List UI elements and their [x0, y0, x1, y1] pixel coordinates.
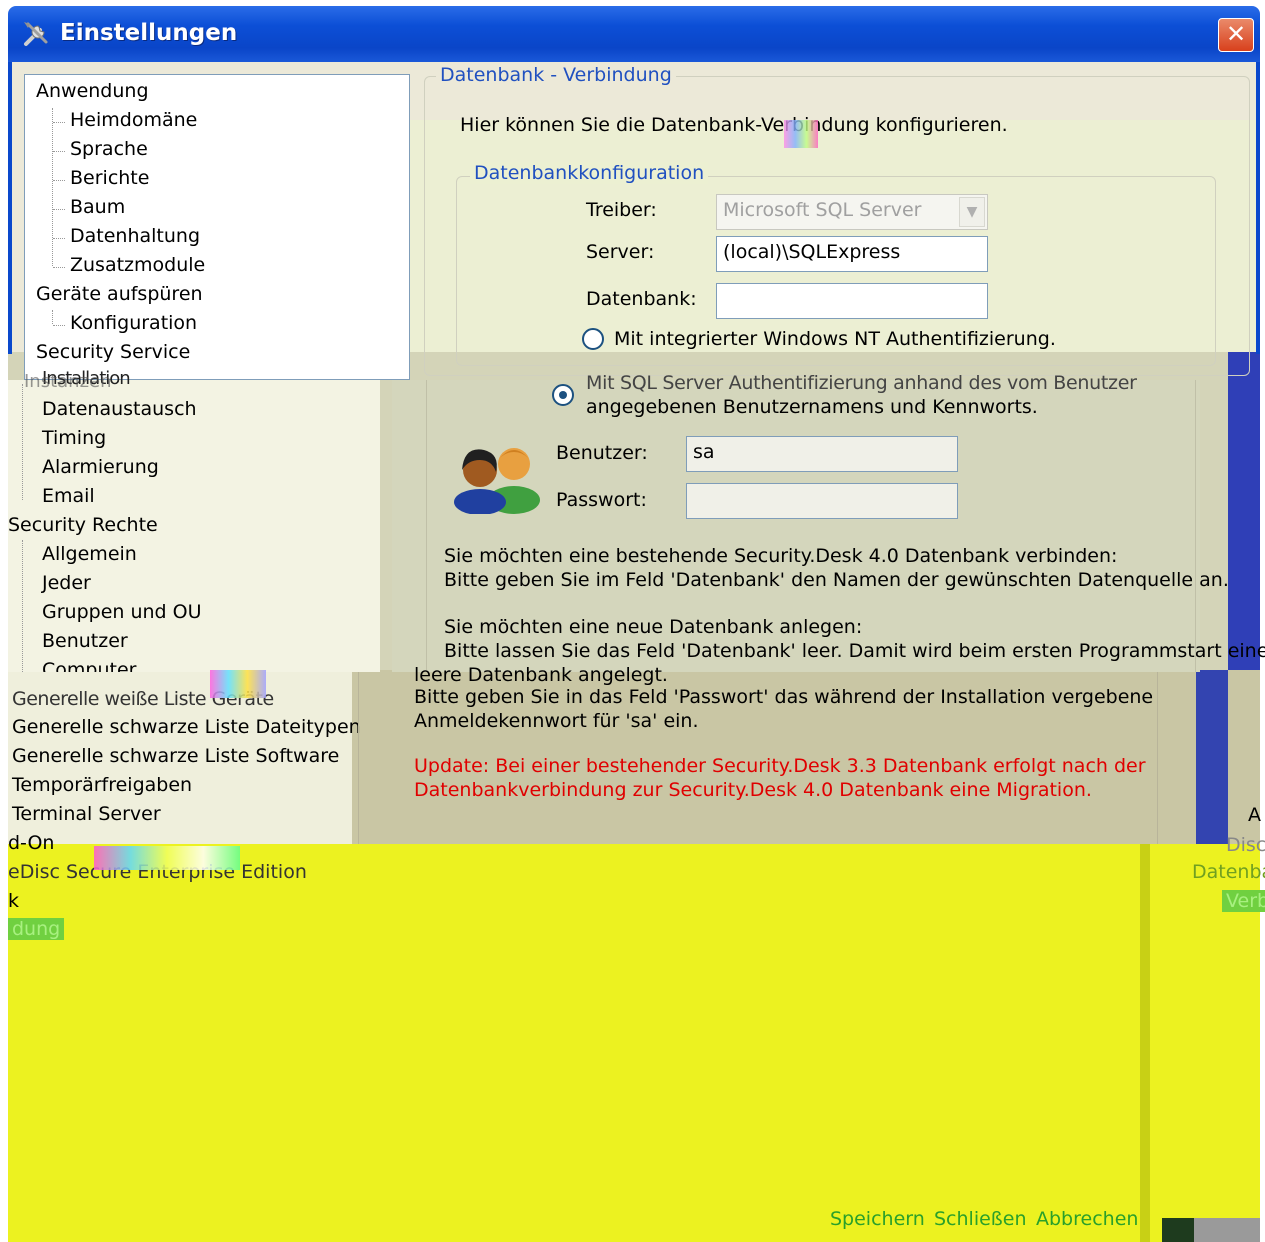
tree-dash	[53, 209, 65, 210]
tree-item-email[interactable]: Email	[42, 485, 95, 507]
right-fragment-datenba: Datenba	[1192, 861, 1265, 883]
title-bar[interactable]: Einstellungen ✕	[8, 6, 1260, 62]
radio-windows-auth-label[interactable]: Mit integrierter Windows NT Authentifizi…	[614, 328, 1056, 350]
glitch-patch	[94, 846, 240, 870]
right-fragment-disc: Disc	[1226, 834, 1265, 856]
tree-item-gruppen-und-ou[interactable]: Gruppen und OU	[42, 601, 202, 623]
window-title: Einstellungen	[60, 20, 238, 46]
tree-item-zusatzmodule[interactable]: Zusatzmodule	[70, 254, 205, 276]
tree-dash	[53, 180, 65, 181]
tree-item-heimdomaene[interactable]: Heimdomäne	[70, 109, 197, 131]
save-button[interactable]: Speichern	[830, 1208, 925, 1230]
tree-dash	[53, 267, 65, 268]
tree-connector	[22, 540, 23, 678]
radio-sql-auth-label-1[interactable]: Mit SQL Server Authentifizierung anhand …	[586, 372, 1137, 394]
tree-item-schwarze-liste-dateitypen[interactable]: Generelle schwarze Liste Dateitypen	[12, 716, 361, 738]
tree-dash	[53, 238, 65, 239]
database-label: Datenbank:	[586, 288, 697, 310]
radio-sql-auth-label-2[interactable]: angegebenen Benutzernamens und Kennworts…	[586, 396, 1038, 418]
radio-windows-auth[interactable]	[582, 328, 604, 350]
driver-select[interactable]: Microsoft SQL Server ▼	[716, 194, 988, 230]
driver-label: Treiber:	[586, 199, 657, 221]
tree-item-instanzen-ghost: Instanzen	[24, 371, 112, 392]
glitch-yellow-area	[8, 844, 1260, 1242]
user-label: Benutzer:	[556, 442, 648, 464]
window-border-right	[1256, 62, 1260, 354]
tree-item-berichte[interactable]: Berichte	[70, 167, 149, 189]
users-icon	[454, 448, 540, 514]
tree-item-add-on-fragment[interactable]: d-On	[8, 832, 54, 854]
database-connection-title: Datenbank - Verbindung	[436, 64, 676, 86]
glitch-patch	[210, 670, 266, 698]
glitch-strip	[1140, 844, 1150, 1242]
user-input[interactable]: sa	[686, 436, 958, 472]
close-dialog-button[interactable]: Schließen	[934, 1208, 1027, 1230]
chevron-down-icon[interactable]: ▼	[959, 197, 985, 227]
tree-item-allgemein[interactable]: Allgemein	[42, 543, 137, 565]
info-new-1: Sie möchten eine neue Datenbank anlegen:	[444, 616, 863, 638]
database-config-title: Datenbankkonfiguration	[470, 162, 709, 184]
tree-dash	[53, 122, 65, 123]
tree-item-schwarze-liste-software[interactable]: Generelle schwarze Liste Software	[12, 745, 339, 767]
tree-item-konfiguration[interactable]: Konfiguration	[70, 312, 197, 334]
glitch-strip-dark	[1162, 1218, 1194, 1242]
tree-item-terminal-server[interactable]: Terminal Server	[12, 803, 161, 825]
server-label: Server:	[586, 241, 655, 263]
tree-item-anwendung[interactable]: Anwendung	[36, 80, 149, 102]
tree-item-fragment-k[interactable]: k	[8, 890, 19, 912]
cancel-button[interactable]: Abbrechen	[1036, 1208, 1138, 1230]
tree-dash	[53, 151, 65, 152]
update-note-1: Update: Bei einer bestehender Security.D…	[414, 755, 1146, 777]
tree-item-jeder[interactable]: Jeder	[42, 572, 91, 594]
radio-sql-auth[interactable]	[552, 384, 574, 406]
tools-icon	[24, 22, 48, 46]
update-note-2: Datenbankverbindung zur Security.Desk 4.…	[414, 779, 1092, 801]
shifted-band-middle-edge	[1228, 352, 1260, 672]
glitch-patch	[784, 120, 818, 148]
tree-item-benutzer[interactable]: Benutzer	[42, 630, 128, 652]
tree-item-security-rechte[interactable]: Security Rechte	[8, 514, 158, 536]
tree-item-datenaustausch[interactable]: Datenaustausch	[42, 398, 197, 420]
password-label: Passwort:	[556, 489, 647, 511]
info-new-3: leere Datenbank angelegt.	[414, 664, 668, 686]
tree-item-geraete-aufspueren[interactable]: Geräte aufspüren	[36, 283, 203, 305]
tree-item-baum[interactable]: Baum	[70, 196, 125, 218]
close-button[interactable]: ✕	[1218, 18, 1254, 52]
glitch-strip-gray	[1194, 1218, 1260, 1242]
window-border-left	[8, 62, 12, 354]
info-existing-1: Sie möchten eine bestehende Security.Des…	[444, 545, 1118, 567]
shifted-band-lower-edge	[1196, 670, 1228, 846]
server-input[interactable]: (local)\SQLExpress	[716, 236, 988, 272]
info-existing-2: Bitte geben Sie im Feld 'Datenbank' den …	[444, 569, 1229, 591]
tree-item-temporaerfreigaben[interactable]: Temporärfreigaben	[12, 774, 192, 796]
tree-item-datenhaltung[interactable]: Datenhaltung	[70, 225, 200, 247]
info-password-1: Bitte geben Sie in das Feld 'Passwort' d…	[414, 686, 1154, 708]
right-fragment-a: A	[1248, 804, 1261, 826]
tree-connector	[52, 310, 53, 324]
driver-value: Microsoft SQL Server	[723, 199, 922, 221]
tree-dash	[53, 325, 65, 326]
tree-item-fragment-selected[interactable]: dung	[8, 918, 65, 940]
right-fragment-verb: Verb	[1222, 890, 1265, 912]
tree-connector	[52, 108, 53, 266]
intro-text: Hier können Sie die Datenbank-Verbindung…	[460, 114, 1008, 136]
tree-connector	[22, 384, 23, 500]
tree-item-sprache[interactable]: Sprache	[70, 138, 148, 160]
tree-item-security-service[interactable]: Security Service	[36, 341, 190, 363]
password-input[interactable]	[686, 483, 958, 519]
tree-item-alarmierung[interactable]: Alarmierung	[42, 456, 159, 478]
database-input[interactable]	[716, 283, 988, 319]
info-new-2: Bitte lassen Sie das Feld 'Datenbank' le…	[444, 640, 1265, 662]
info-password-2: Anmeldekennwort für 'sa' ein.	[414, 710, 699, 732]
tree-item-timing[interactable]: Timing	[42, 427, 106, 449]
